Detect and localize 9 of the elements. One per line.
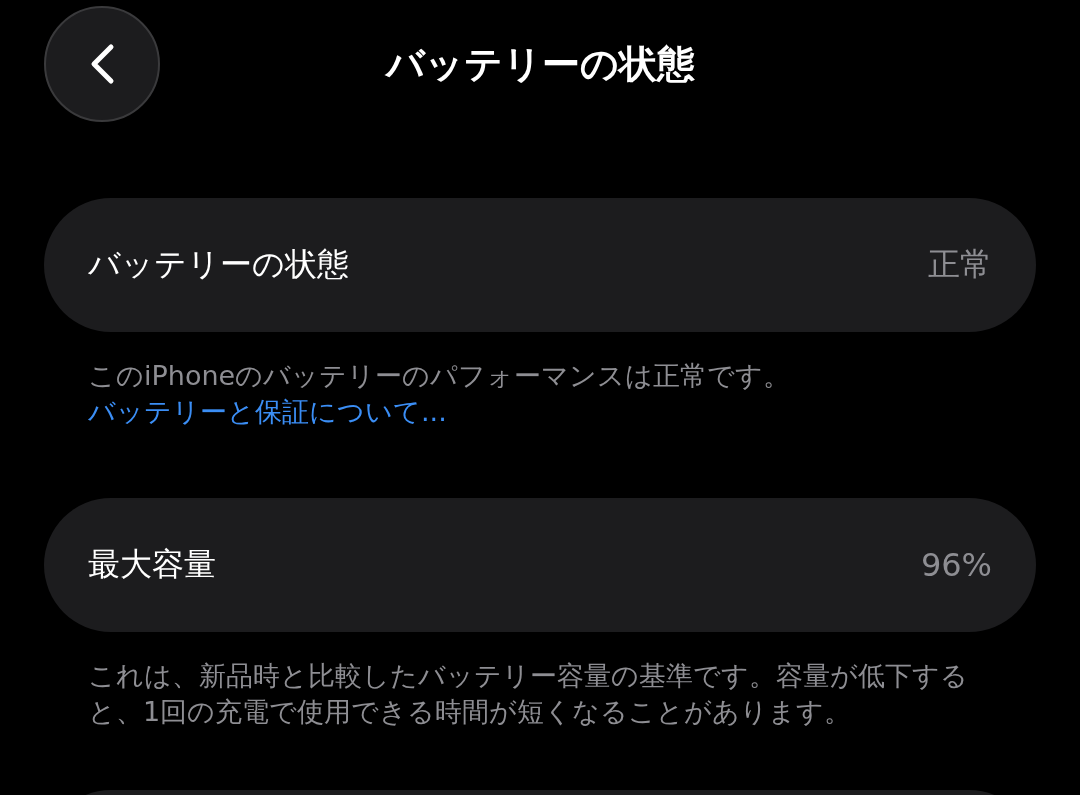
row-label: バッテリーの状態 [88,244,349,285]
footnote-text: このiPhoneのバッテリーのパフォーマンスは正常です。 バッテリーと保証について... [88,359,792,429]
warranty-link[interactable]: バッテリーと保証について... [88,396,447,427]
footnote-text: これは、新品時と比較したバッテリー容量の基準です。容量が低下すると、1回の充電で使用できる時間が短くなることがあります。 [88,659,969,729]
page-title: バッテリーの状態 [385,40,695,88]
row-value: 96% [920,546,992,584]
row-value: 正常 [928,244,992,285]
row-label: 最大容量 [88,544,216,585]
back-chevron-icon [89,43,115,85]
